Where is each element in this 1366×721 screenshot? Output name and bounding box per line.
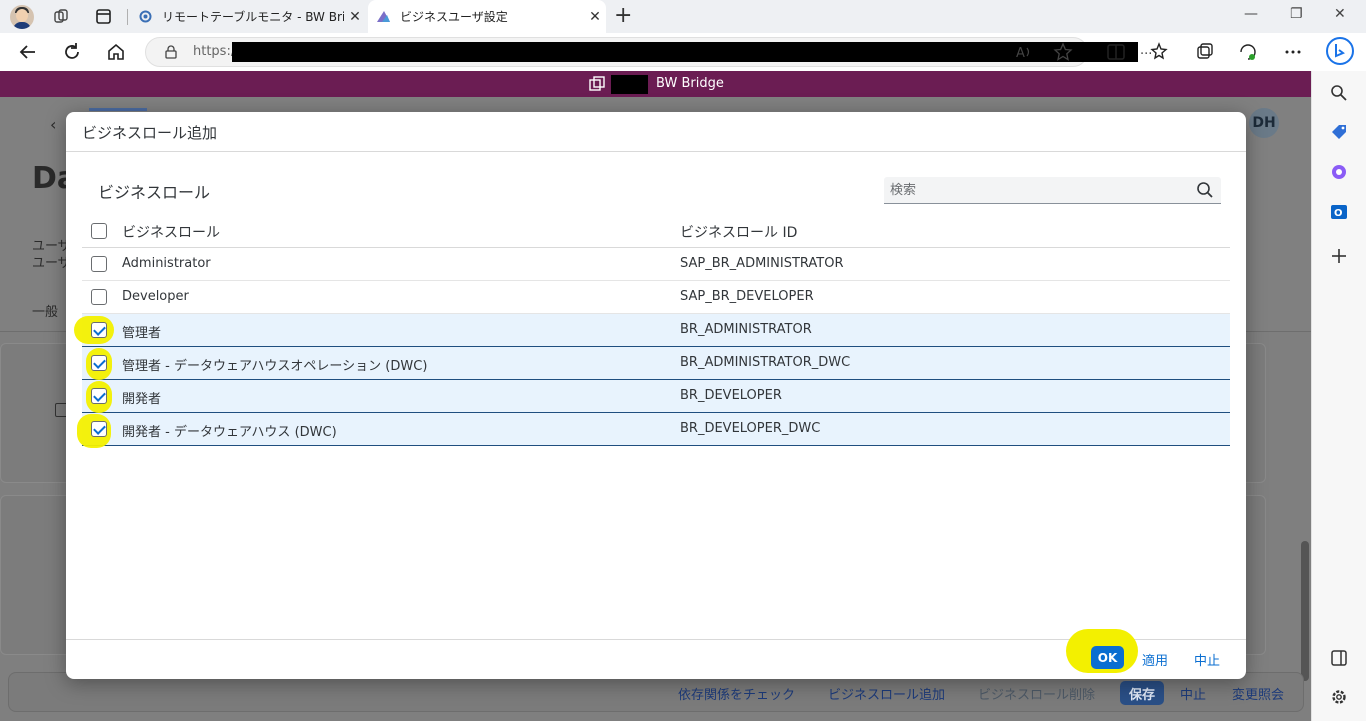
bg-text-line: ユーザ — [32, 256, 71, 271]
home-icon[interactable] — [105, 41, 127, 63]
dialog-cancel-button[interactable]: 中止 — [1194, 650, 1220, 669]
shopping-tag-icon[interactable] — [1329, 122, 1349, 142]
gear-icon — [139, 10, 152, 23]
refresh-icon[interactable] — [61, 41, 83, 63]
role-id: BR_ADMINISTRATOR — [680, 322, 812, 337]
table-row[interactable]: Administrator SAP_BR_ADMINISTRATOR — [82, 248, 1230, 281]
check-dependencies-button[interactable]: 依存関係をチェック — [678, 684, 795, 703]
table-header: ビジネスロール ビジネスロール ID — [82, 212, 1230, 248]
table-row[interactable]: Developer SAP_BR_DEVELOPER — [82, 281, 1230, 314]
save-button[interactable]: 保存 — [1120, 681, 1165, 705]
outlook-icon[interactable]: O — [1329, 202, 1349, 222]
business-role-table: ビジネスロール ビジネスロール ID Administrator SAP_BR_… — [74, 212, 1230, 448]
browser-essentials-icon[interactable] — [1238, 42, 1258, 62]
tab-title: リモートテーブルモニタ - BW Bridge (S — [162, 10, 344, 24]
lock-icon[interactable] — [164, 45, 178, 59]
new-tab-button[interactable]: + — [614, 4, 632, 28]
url-redacted — [232, 42, 1138, 62]
edge-sidebar: O — [1311, 71, 1366, 721]
search-icon[interactable] — [1196, 181, 1214, 199]
role-id: SAP_BR_DEVELOPER — [680, 289, 814, 304]
role-name: 管理者 - データウェアハウスオペレーション (DWC) — [122, 359, 428, 374]
row-checkbox[interactable] — [91, 421, 107, 437]
add-business-role-button[interactable]: ビジネスロール追加 — [828, 684, 945, 703]
role-name: Administrator — [122, 256, 211, 271]
profile-avatar[interactable] — [10, 5, 34, 29]
favorite-star-icon[interactable] — [1053, 42, 1073, 62]
role-name: Developer — [122, 289, 189, 304]
add-icon[interactable] — [1329, 246, 1349, 266]
header-accent — [89, 108, 147, 111]
table-row[interactable]: 開発者 BR_DEVELOPER — [82, 380, 1230, 413]
tab-general: 一般 — [32, 305, 59, 320]
address-bar-row: https:/ ... A — [0, 33, 1366, 71]
close-tab-icon[interactable]: ✕ — [584, 9, 606, 25]
app-logo-icon — [589, 76, 605, 91]
url-prefix: https:/ — [193, 44, 236, 59]
dialog-title: ビジネスロール追加 — [82, 124, 218, 142]
app-favicon-icon — [377, 11, 390, 22]
table-row[interactable]: 管理者 - データウェアハウスオペレーション (DWC) BR_ADMINIST… — [82, 347, 1230, 380]
role-name: 管理者 — [122, 326, 162, 341]
dialog-header: ビジネスロール追加 — [66, 112, 1246, 152]
read-aloud-icon[interactable]: A — [1014, 42, 1034, 62]
table-row[interactable]: 開発者 - データウェアハウス (DWC) BR_DEVELOPER_DWC — [77, 413, 1230, 448]
svg-text:A: A — [1016, 46, 1025, 61]
user-avatar: DH — [1249, 108, 1279, 138]
page-scrollbar[interactable] — [1301, 541, 1309, 681]
add-business-role-dialog: ビジネスロール追加 ビジネスロール ビジネスロール ビジネスロール ID Adm… — [66, 112, 1246, 679]
settings-gear-icon[interactable] — [1329, 687, 1349, 707]
office-icon[interactable] — [1329, 162, 1349, 182]
tab-remote-table-monitor[interactable]: リモートテーブルモニタ - BW Bridge (S ✕ — [130, 0, 366, 33]
select-all-checkbox[interactable] — [91, 223, 107, 239]
collections-icon[interactable] — [1195, 42, 1215, 62]
browser-tab-bar: リモートテーブルモニタ - BW Bridge (S ✕ ビジネスユーザ設定 ✕… — [0, 0, 1366, 33]
search-input[interactable] — [890, 180, 1180, 200]
change-documents-button[interactable]: 変更照会 — [1232, 684, 1284, 703]
tab-title: ビジネスユーザ設定 — [400, 10, 508, 24]
copilot-icon[interactable] — [1326, 37, 1354, 65]
favorites-icon[interactable] — [1150, 42, 1170, 62]
svg-text:O: O — [1334, 208, 1343, 219]
role-name: 開発者 — [122, 392, 162, 407]
back-icon[interactable] — [17, 41, 39, 63]
close-tab-icon[interactable]: ✕ — [344, 9, 366, 25]
role-id: BR_DEVELOPER — [680, 388, 782, 403]
split-screen-icon[interactable] — [1106, 42, 1126, 62]
row-checkbox[interactable] — [91, 355, 107, 371]
close-window-icon[interactable]: ✕ — [1334, 6, 1346, 22]
search-field[interactable] — [884, 177, 1221, 204]
row-checkbox[interactable] — [91, 388, 107, 404]
url-bar[interactable]: https:/ ... — [145, 37, 1152, 67]
tab-business-user-settings[interactable]: ビジネスユーザ設定 ✕ — [368, 0, 606, 33]
role-name: 開発者 - データウェアハウス (DWC) — [122, 425, 337, 440]
app-shell-header: BW Bridge — [0, 71, 1311, 97]
tab-actions-icon[interactable] — [95, 8, 112, 25]
shell-title: BW Bridge — [656, 76, 724, 91]
row-checkbox[interactable] — [91, 256, 107, 272]
sidebar-toggle-icon[interactable] — [1329, 648, 1349, 668]
table-row[interactable]: 管理者 BR_ADMINISTRATOR — [74, 314, 1230, 347]
tenant-redacted — [611, 75, 648, 94]
role-id: BR_ADMINISTRATOR_DWC — [680, 355, 851, 370]
restore-icon[interactable]: ❐ — [1290, 6, 1303, 22]
row-checkbox[interactable] — [91, 289, 107, 305]
workspaces-icon[interactable] — [53, 8, 70, 25]
cancel-button[interactable]: 中止 — [1180, 684, 1206, 703]
column-header-role-id: ビジネスロール ID — [680, 225, 798, 241]
minimize-icon[interactable]: — — [1244, 6, 1258, 22]
more-icon[interactable] — [1283, 42, 1303, 62]
row-checkbox[interactable] — [91, 322, 107, 338]
delete-business-role-button: ビジネスロール削除 — [978, 688, 1096, 703]
search-icon[interactable] — [1329, 83, 1349, 103]
column-header-role: ビジネスロール — [122, 225, 220, 241]
role-id: BR_DEVELOPER_DWC — [680, 421, 821, 436]
ok-button[interactable]: OK — [1091, 646, 1124, 669]
role-id: SAP_BR_ADMINISTRATOR — [680, 256, 844, 271]
section-title: ビジネスロール — [98, 183, 211, 202]
back-nav-icon: ‹ — [50, 115, 57, 134]
apply-button[interactable]: 適用 — [1142, 650, 1168, 669]
